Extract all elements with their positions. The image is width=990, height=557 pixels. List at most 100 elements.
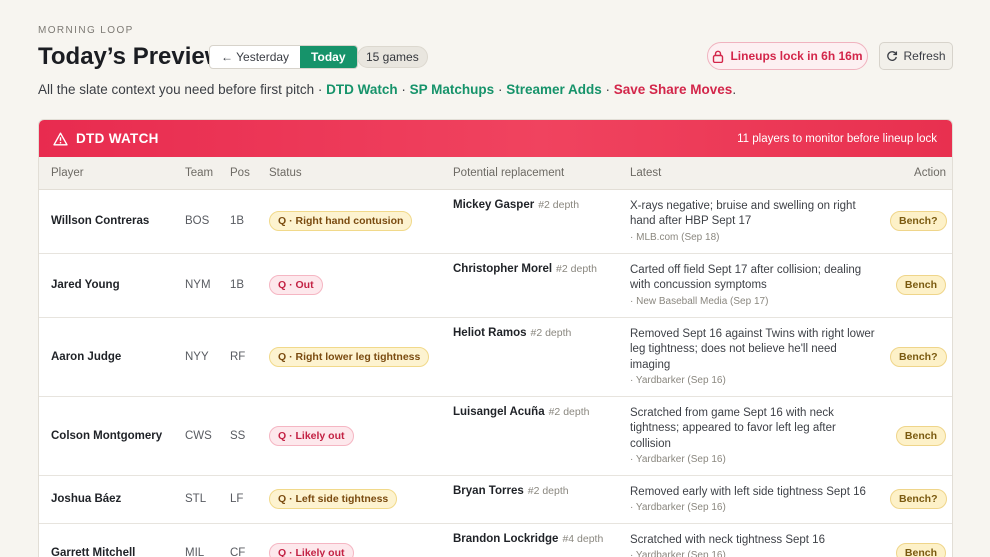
latest-text: Removed Sept 16 against Twins with right… (630, 327, 875, 371)
replacement-cell: Christopher Morel #2 depth (441, 253, 618, 318)
team-cell: NYY (173, 317, 218, 397)
latest-source[interactable]: · Yardbarker (Sep 16) (630, 454, 878, 465)
col-header[interactable]: Status (257, 157, 441, 190)
latest-source[interactable]: · Yardbarker (Sep 16) (630, 550, 878, 557)
player-name[interactable]: Joshua Báez (39, 475, 173, 524)
col-header[interactable]: Latest (618, 157, 878, 190)
status-cell: Q · Right hand contusion (257, 189, 441, 254)
replacement-name[interactable]: Luisangel Acuña (453, 406, 545, 418)
subtitle-sep: · (601, 82, 614, 97)
bench-button[interactable]: Bench? (890, 346, 947, 367)
replacement-name[interactable]: Christopher Morel (453, 263, 552, 275)
bench-button[interactable]: Bench? (890, 489, 947, 509)
status-cell: Q · Left side tightness (257, 475, 441, 524)
lock-icon (712, 50, 724, 63)
subtitle-suffix: . (732, 82, 737, 97)
replacement-cell: Bryan Torres #2 depth (441, 475, 618, 524)
latest-text: Removed early with left side tightness S… (630, 485, 866, 498)
latest-text: Carted off field Sept 17 after collision… (630, 263, 862, 292)
replacement-name[interactable]: Bryan Torres (453, 485, 524, 497)
dtd-watch-link[interactable]: DTD Watch (326, 82, 398, 97)
latest-text: Scratched with neck tightness Sept 16 (630, 533, 825, 546)
subtitle-line: All the slate context you need before fi… (38, 82, 736, 97)
col-header[interactable]: Potential replacement (441, 157, 618, 190)
player-name[interactable]: Willson Contreras (39, 189, 173, 254)
warning-icon (53, 132, 68, 146)
status-cell: Q · Likely out (257, 396, 441, 476)
latest-cell: X-rays negative; bruise and swelling on … (618, 189, 878, 254)
eyebrow-label: MORNING LOOP (38, 25, 134, 36)
yesterday-button[interactable]: ← Yesterday (210, 46, 300, 68)
action-cell: Bench (878, 396, 952, 476)
streamer-adds-link[interactable]: Streamer Adds (506, 82, 602, 97)
latest-source[interactable]: · MLB.com (Sep 18) (630, 232, 878, 243)
col-header[interactable]: Team (173, 157, 218, 190)
latest-source[interactable]: · Yardbarker (Sep 16) (630, 375, 878, 386)
latest-cell: Scratched from game Sept 16 with neck ti… (618, 396, 878, 476)
page-title: Today’s Preview (38, 43, 224, 70)
latest-cell: Removed early with left side tightness S… (618, 475, 878, 524)
latest-source[interactable]: · New Baseball Media (Sep 17) (630, 296, 878, 307)
action-cell: Bench? (878, 317, 952, 397)
status-cell: Q · Out (257, 253, 441, 318)
replacement-name[interactable]: Mickey Gasper (453, 199, 534, 211)
dtd-watch-note: 11 players to monitor before lineup lock (737, 132, 937, 145)
status-badge: Q · Likely out (269, 543, 354, 557)
player-name[interactable]: Colson Montgomery (39, 396, 173, 476)
position-cell: CF (218, 523, 257, 557)
replacement-cell: Brandon Lockridge #4 depth (441, 523, 618, 557)
table-row[interactable]: Garrett Mitchell MIL CF Q · Likely out Brand… (39, 523, 952, 557)
refresh-button[interactable]: Refresh (879, 42, 953, 70)
table-row[interactable]: Joshua Báez STL LF Q · Left side tightness B… (39, 475, 952, 524)
action-cell: Bench? (878, 475, 952, 524)
replacement-name[interactable]: Heliot Ramos (453, 327, 527, 339)
latest-source[interactable]: · Yardbarker (Sep 16) (630, 502, 878, 513)
status-badge: Q · Left side tightness (269, 489, 398, 509)
col-header[interactable]: Pos (218, 157, 257, 190)
replacement-depth: #2 depth (548, 405, 590, 418)
today-button[interactable]: Today (300, 46, 357, 68)
bench-button[interactable]: Bench (895, 275, 946, 295)
player-name[interactable]: Aaron Judge (39, 317, 173, 397)
refresh-icon (886, 50, 898, 62)
bench-button[interactable]: Bench (895, 425, 946, 446)
dtd-table: Player Team Pos Status Potential replace… (39, 157, 952, 557)
team-cell: MIL (173, 523, 218, 557)
player-name[interactable]: Garrett Mitchell (39, 523, 173, 557)
replacement-depth: #2 depth (538, 198, 580, 211)
latest-text: X-rays negative; bruise and swelling on … (630, 199, 856, 228)
table-header-row: Player Team Pos Status Potential replace… (39, 157, 952, 190)
replacement-cell: Luisangel Acuña #2 depth (441, 396, 618, 476)
status-badge: Q · Right lower leg tightness (269, 346, 430, 367)
status-cell: Q · Right lower leg tightness (257, 317, 441, 397)
latest-text: Scratched from game Sept 16 with neck ti… (630, 406, 836, 450)
subtitle-prefix: All the slate context you need before fi… (38, 82, 327, 97)
latest-cell: Scratched with neck tightness Sept 16 · Y… (618, 523, 878, 557)
team-cell: STL (173, 475, 218, 524)
lineup-lock-badge[interactable]: Lineups lock in 6h 16m (707, 42, 868, 70)
save-share-moves-link[interactable]: Save Share Moves (614, 82, 733, 97)
position-cell: LF (218, 475, 257, 524)
table-row[interactable]: Willson Contreras BOS 1B Q · Right hand con… (39, 189, 952, 254)
player-name[interactable]: Jared Young (39, 253, 173, 318)
position-cell: 1B (218, 189, 257, 254)
subtitle-sep: · (397, 82, 410, 97)
col-header[interactable]: Player (39, 157, 173, 190)
dtd-watch-title: DTD WATCH (76, 131, 159, 146)
bench-button[interactable]: Bench? (890, 211, 947, 231)
table-row[interactable]: Colson Montgomery CWS SS Q · Likely out Luis… (39, 396, 952, 476)
dtd-watch-banner: DTD WATCH 11 players to monitor before l… (39, 120, 952, 157)
team-cell: CWS (173, 396, 218, 476)
col-header[interactable]: Action (878, 157, 952, 190)
sp-matchups-link[interactable]: SP Matchups (410, 82, 495, 97)
table-row[interactable]: Aaron Judge NYY RF Q · Right lower leg tigh… (39, 317, 952, 397)
status-badge: Q · Likely out (269, 425, 354, 446)
bench-button[interactable]: Bench (895, 543, 946, 557)
replacement-depth: #2 depth (527, 484, 569, 497)
replacement-depth: #2 depth (556, 262, 597, 275)
status-badge: Q · Right hand contusion (269, 211, 413, 231)
replacement-name[interactable]: Brandon Lockridge (453, 533, 558, 545)
table-row[interactable]: Jared Young NYM 1B Q · Out Christopher Morel… (39, 253, 952, 318)
status-badge: Q · Out (269, 275, 323, 295)
games-count-badge: 15 games (357, 46, 428, 68)
